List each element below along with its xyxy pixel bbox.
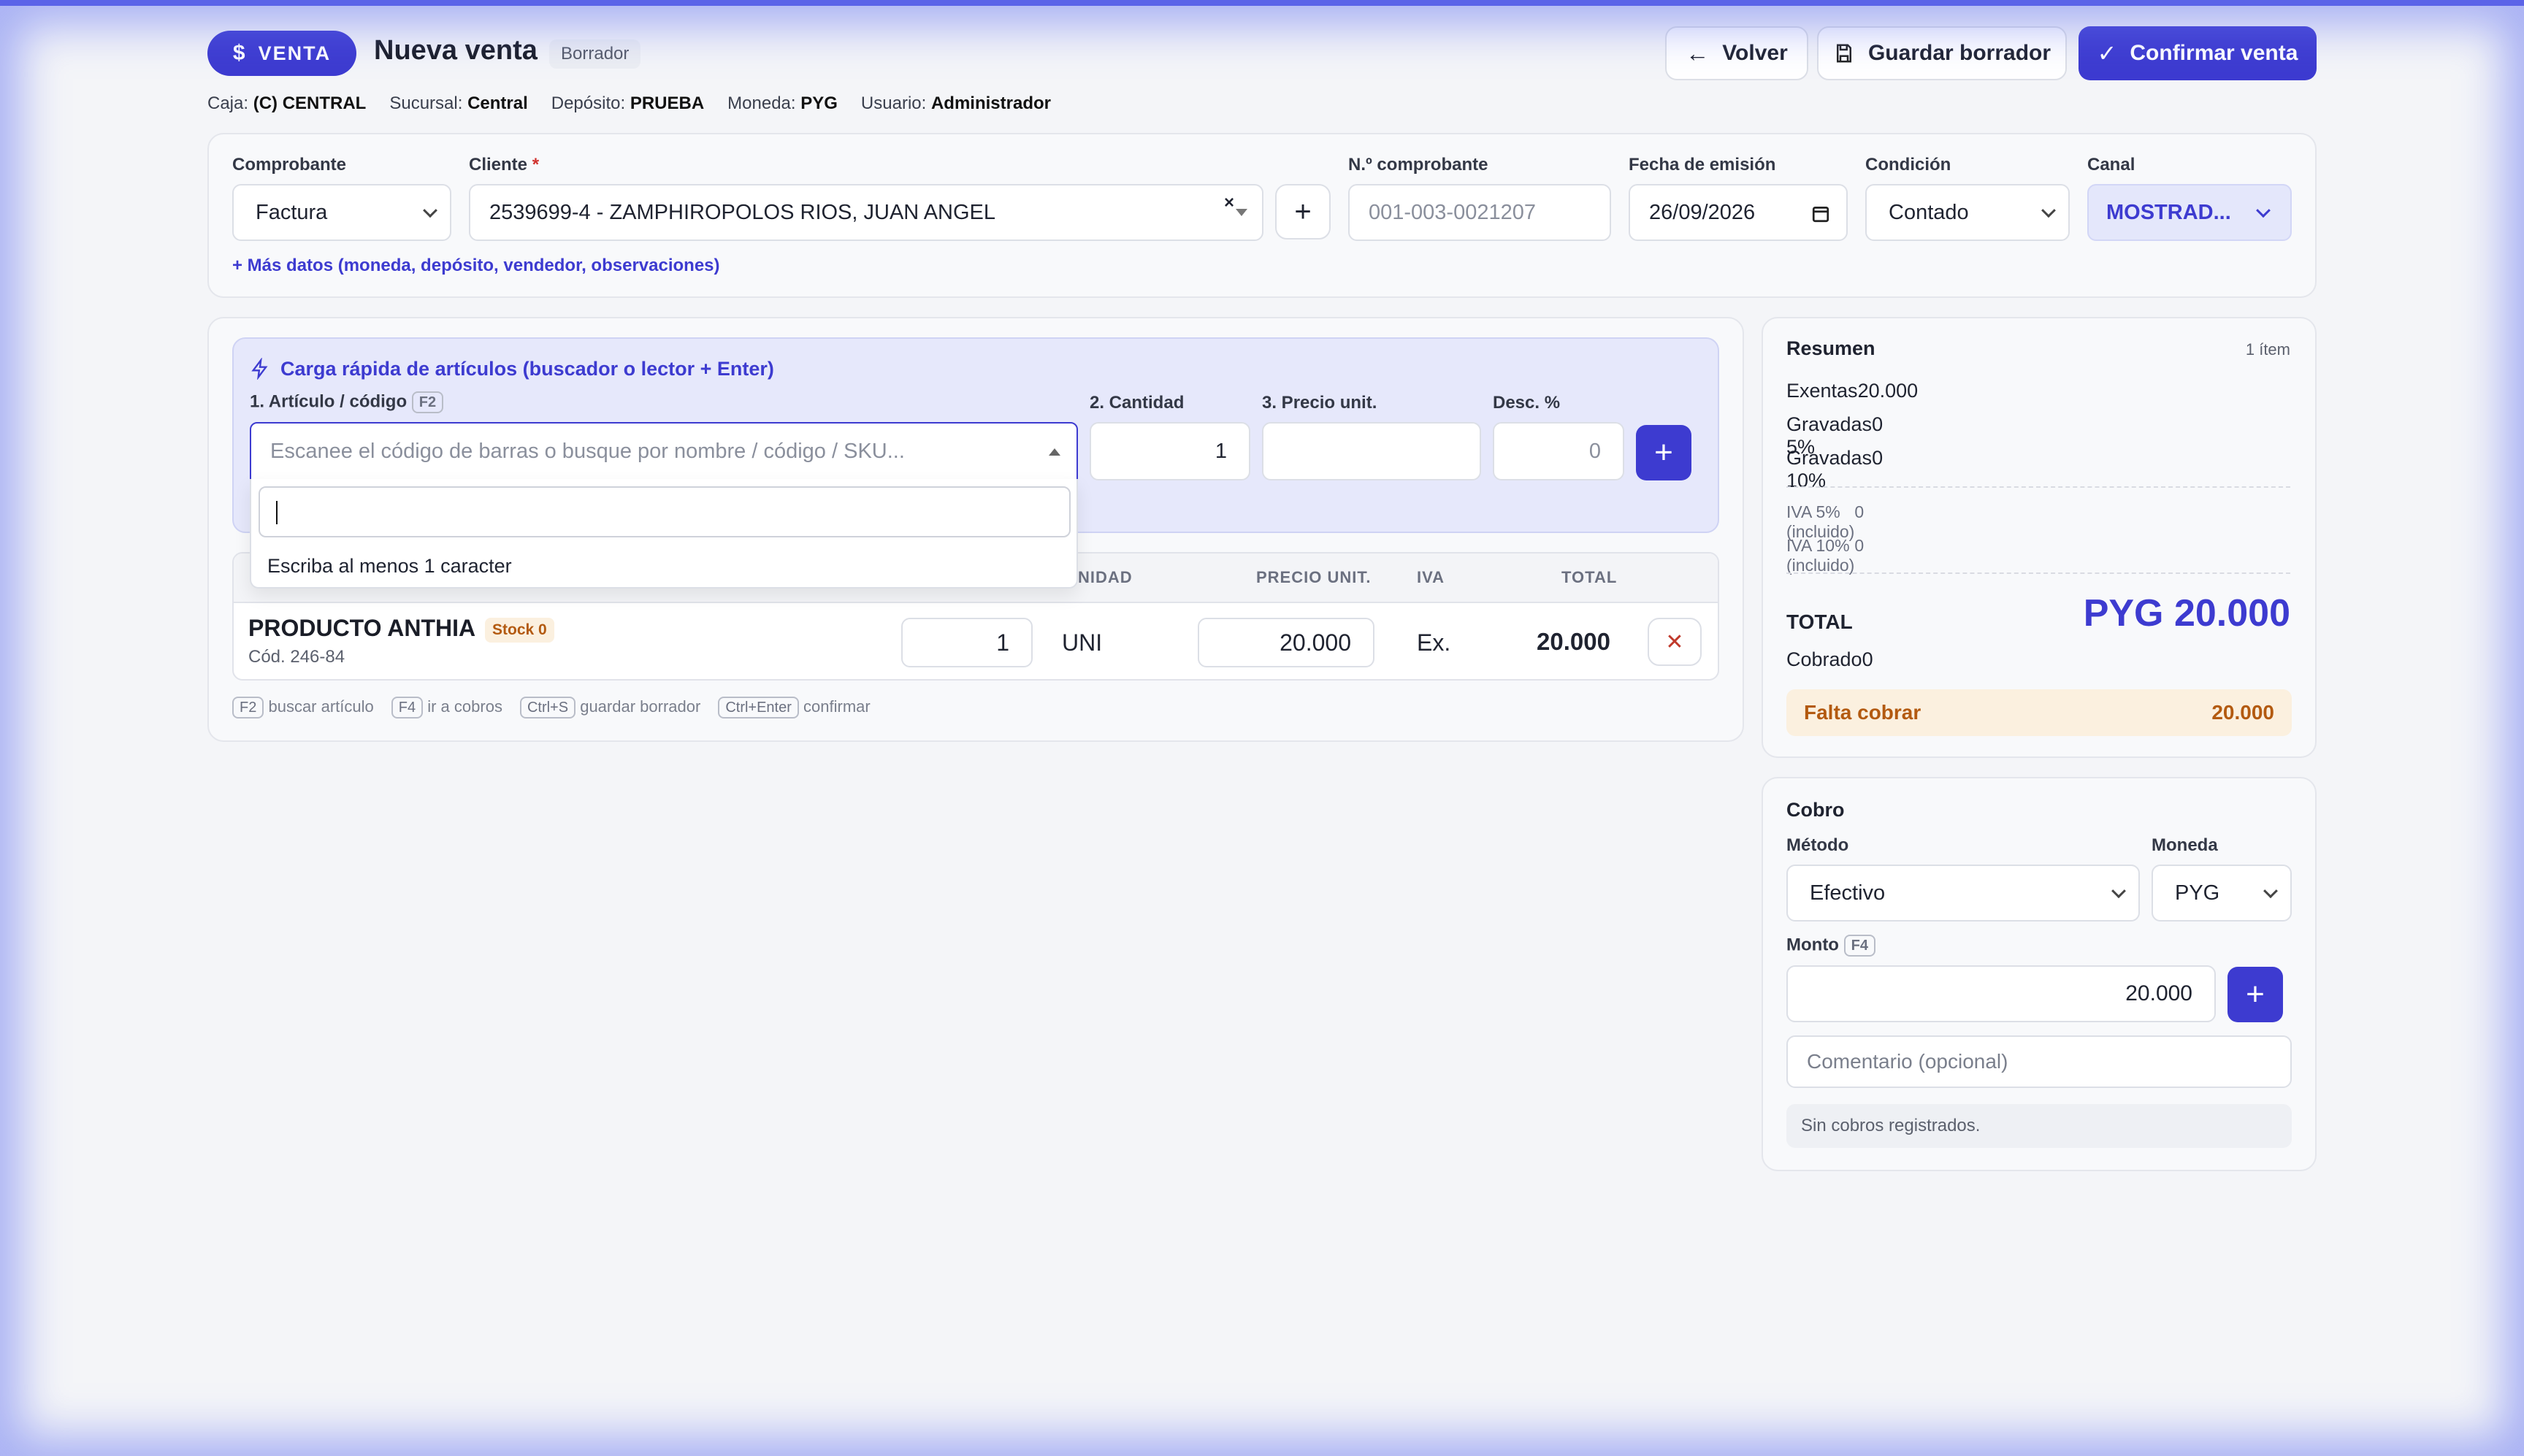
close-icon: ✕ xyxy=(1665,629,1684,654)
descuento-input[interactable]: 0 xyxy=(1493,422,1624,480)
item-name: PRODUCTO ANTHIA xyxy=(248,615,476,641)
clear-icon[interactable]: × xyxy=(1224,193,1234,213)
chevron-down-icon xyxy=(423,203,437,218)
descuento-label: Desc. % xyxy=(1493,393,1561,413)
nro-comprobante-input[interactable]: 001-003-0021207 xyxy=(1348,184,1611,241)
divider xyxy=(1786,572,2290,574)
col-header-iva: IVA xyxy=(1417,568,1445,586)
stock-badge: Stock 0 xyxy=(485,618,554,643)
quick-add-title: Carga rápida de artículos (buscador o le… xyxy=(280,358,774,380)
cantidad-input[interactable]: 1 xyxy=(1090,422,1250,480)
monto-label: Monto F4 xyxy=(1786,935,1875,957)
fecha-input[interactable]: 26/09/2026 xyxy=(1629,184,1848,241)
fecha-label: Fecha de emisión xyxy=(1629,155,1776,175)
f4-key: F4 xyxy=(1843,935,1875,957)
shortcut-confirm: Ctrl+Enter confirmar xyxy=(718,697,871,719)
items-count: 1 ítem xyxy=(2245,340,2290,359)
metodo-label: Método xyxy=(1786,835,1849,855)
item-total: 20.000 xyxy=(1537,628,1610,655)
add-item-button[interactable]: + xyxy=(1636,425,1691,480)
lightning-icon xyxy=(251,358,268,380)
col-header-unidad: NIDAD xyxy=(1078,568,1133,586)
sale-type-badge: $ VENTA xyxy=(207,31,356,76)
item-unit: UNI xyxy=(1062,629,1103,656)
chevron-down-icon xyxy=(2111,884,2126,899)
payment-title: Cobro xyxy=(1786,799,1845,821)
col-header-total: TOTAL xyxy=(1561,568,1618,586)
canal-select[interactable]: MOSTRAD... xyxy=(2087,184,2292,241)
calendar-icon[interactable] xyxy=(1811,204,1830,223)
add-client-button[interactable]: + xyxy=(1275,184,1331,240)
back-button[interactable]: ← Volver xyxy=(1665,26,1808,80)
session-meta: Caja: (C) CENTRAL Sucursal: Central Depó… xyxy=(207,93,1051,114)
total-value: PYG 20.000 xyxy=(2083,592,2290,635)
articulo-label: 1. Artículo / código F2 xyxy=(250,391,444,413)
falta-cobrar-banner: Falta cobrar 20.000 xyxy=(1786,689,2292,736)
condicion-select[interactable]: Contado xyxy=(1865,184,2070,241)
caret-down-icon xyxy=(1236,209,1247,216)
precio-input[interactable] xyxy=(1262,422,1481,480)
dropdown-hint: Escriba al menos 1 caracter xyxy=(267,555,512,577)
keyboard-shortcuts: F2 buscar artículo F4 ir a cobros Ctrl+S… xyxy=(232,697,871,719)
moneda-label: Moneda xyxy=(2152,835,2218,855)
chevron-down-icon xyxy=(2256,203,2271,218)
divider xyxy=(1786,486,2290,488)
arrow-left-icon: ← xyxy=(1686,39,1710,66)
item-iva: Ex. xyxy=(1417,629,1451,656)
meta-deposito: Depósito: PRUEBA xyxy=(551,93,705,113)
item-price-input[interactable]: 20.000 xyxy=(1198,618,1374,667)
check-icon: ✓ xyxy=(2097,40,2117,66)
status-badge: Borrador xyxy=(549,39,641,69)
dollar-icon: $ xyxy=(232,41,247,65)
meta-caja: Caja: (C) CENTRAL xyxy=(207,93,367,113)
moneda-select[interactable]: PYG xyxy=(2152,865,2292,922)
shortcut-cobros: F4 ir a cobros xyxy=(391,697,502,719)
shortcut-search: F2 buscar artículo xyxy=(232,697,374,719)
payments-empty-state: Sin cobros registrados. xyxy=(1786,1104,2292,1148)
item-qty-input[interactable]: 1 xyxy=(901,618,1033,667)
add-payment-button[interactable]: + xyxy=(2227,967,2283,1022)
metodo-select[interactable]: Efectivo xyxy=(1786,865,2140,922)
summary-title: Resumen xyxy=(1786,337,1875,359)
condicion-label: Condición xyxy=(1865,155,1951,175)
meta-sucursal: Sucursal: Central xyxy=(389,93,528,113)
caret-up-icon xyxy=(1049,448,1060,456)
meta-usuario: Usuario: Administrador xyxy=(860,93,1051,113)
chevron-down-icon xyxy=(2041,203,2056,218)
cliente-label: Cliente * xyxy=(469,155,540,175)
chevron-down-icon xyxy=(2263,884,2278,899)
save-icon xyxy=(1836,44,1851,63)
comentario-input[interactable]: Comentario (opcional) xyxy=(1786,1035,2292,1088)
f2-key: F2 xyxy=(411,391,444,413)
nro-comprobante-label: N.º comprobante xyxy=(1348,155,1488,175)
comprobante-select[interactable]: Factura xyxy=(232,184,451,241)
item-code: Cód. 246-84 xyxy=(248,647,345,667)
cliente-select[interactable]: 2539699-4 - ZAMPHIROPOLOS RIOS, JUAN ANG… xyxy=(469,184,1263,241)
cantidad-label: 2. Cantidad xyxy=(1090,393,1185,413)
more-data-link[interactable]: + Más datos (moneda, depósito, vendedor,… xyxy=(232,256,720,276)
confirm-sale-button[interactable]: ✓ Confirmar venta xyxy=(2079,26,2317,80)
canal-label: Canal xyxy=(2087,155,2135,175)
shortcut-save: Ctrl+S guardar borrador xyxy=(519,697,700,719)
article-search-select[interactable]: Escanee el código de barras o busque por… xyxy=(250,422,1078,480)
text-cursor xyxy=(276,501,278,524)
monto-input[interactable]: 20.000 xyxy=(1786,965,2216,1022)
total-label: TOTAL xyxy=(1786,610,1853,633)
col-header-precio: PRECIO UNIT. xyxy=(1256,568,1372,586)
precio-label: 3. Precio unit. xyxy=(1262,393,1377,413)
remove-item-button[interactable]: ✕ xyxy=(1648,618,1702,666)
save-draft-button[interactable]: Guardar borrador xyxy=(1817,26,2067,80)
comprobante-label: Comprobante xyxy=(232,155,346,175)
page-title: Nueva venta xyxy=(374,35,538,66)
meta-moneda: Moneda: PYG xyxy=(727,93,838,113)
dropdown-search-input[interactable] xyxy=(259,486,1071,537)
